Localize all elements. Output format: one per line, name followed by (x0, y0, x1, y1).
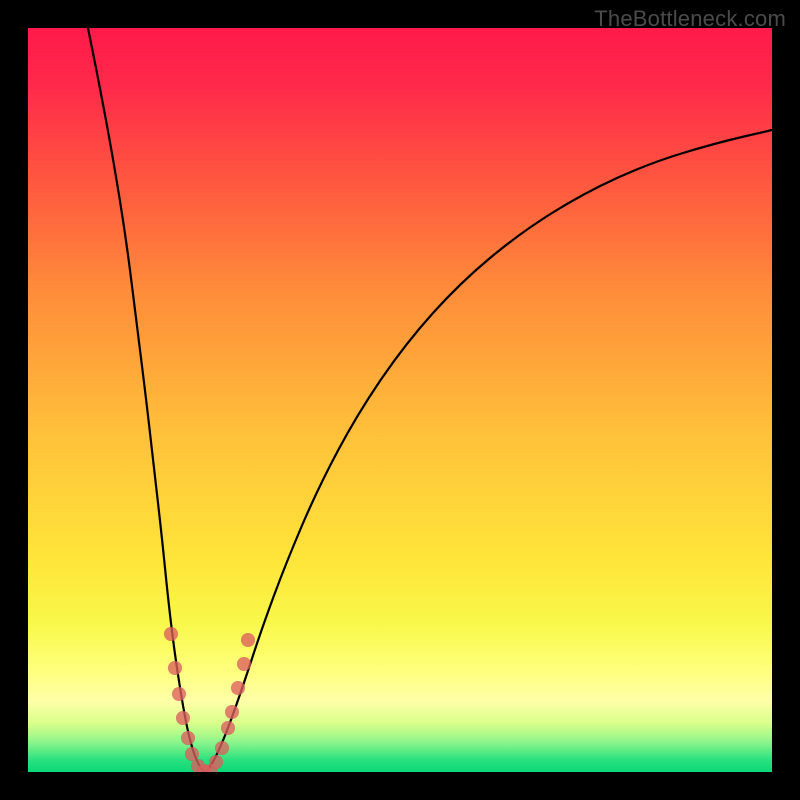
data-point-marker (172, 687, 186, 701)
gradient-background (28, 28, 772, 772)
plot-area (28, 28, 772, 772)
data-point-marker (225, 705, 239, 719)
data-point-marker (241, 633, 255, 647)
data-point-marker (176, 711, 190, 725)
data-point-marker (221, 721, 235, 735)
data-point-marker (237, 657, 251, 671)
data-point-marker (215, 741, 229, 755)
chart-frame: TheBottleneck.com (0, 0, 800, 800)
data-point-marker (168, 661, 182, 675)
watermark-text: TheBottleneck.com (594, 6, 786, 32)
data-point-marker (181, 731, 195, 745)
data-point-marker (164, 627, 178, 641)
data-point-marker (231, 681, 245, 695)
data-point-marker (209, 755, 223, 769)
